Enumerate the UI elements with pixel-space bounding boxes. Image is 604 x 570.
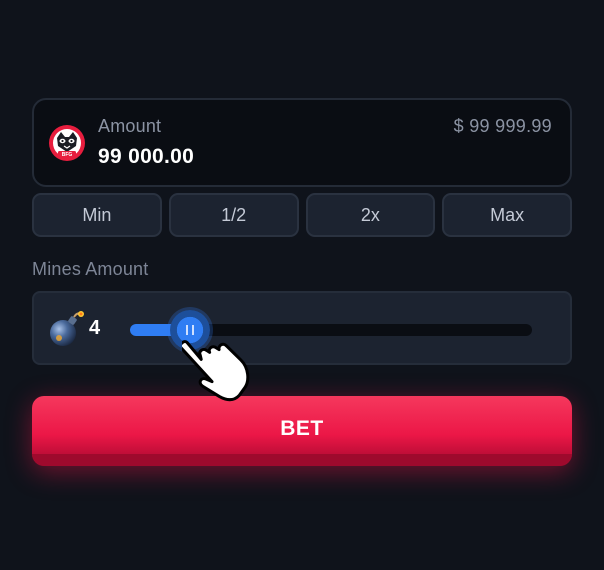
amount-label: Amount	[98, 116, 162, 136]
bfg-token-icon: BFG	[49, 125, 85, 161]
mines-count: 4	[89, 317, 101, 339]
double-button[interactable]: 2x	[305, 193, 436, 237]
amount-input-card[interactable]: BFG Amount 99 000.00 $ 99 999.99	[32, 98, 572, 187]
bet-button[interactable]: BET	[32, 396, 572, 466]
bet-panel: BFG Amount 99 000.00 $ 99 999.99 Min 1/2…	[0, 0, 604, 570]
svg-text:BFG: BFG	[62, 152, 73, 158]
quick-bet-row: Min 1/2 2x Max	[32, 193, 572, 237]
min-button[interactable]: Min	[32, 193, 162, 237]
max-button[interactable]: Max	[442, 193, 572, 237]
amount-value[interactable]: 99 000.00	[98, 145, 194, 169]
mines-slider-track[interactable]	[130, 310, 532, 350]
balance-value: $ 99 999.99	[453, 116, 552, 136]
mines-slider-handle[interactable]	[170, 310, 210, 350]
mines-amount-label: Mines Amount	[32, 259, 149, 279]
mines-amount-control: 4	[32, 291, 572, 365]
half-button[interactable]: 1/2	[168, 193, 299, 237]
grip-icon	[186, 325, 194, 335]
bet-button-label: BET	[280, 417, 324, 440]
bomb-icon	[50, 311, 84, 346]
